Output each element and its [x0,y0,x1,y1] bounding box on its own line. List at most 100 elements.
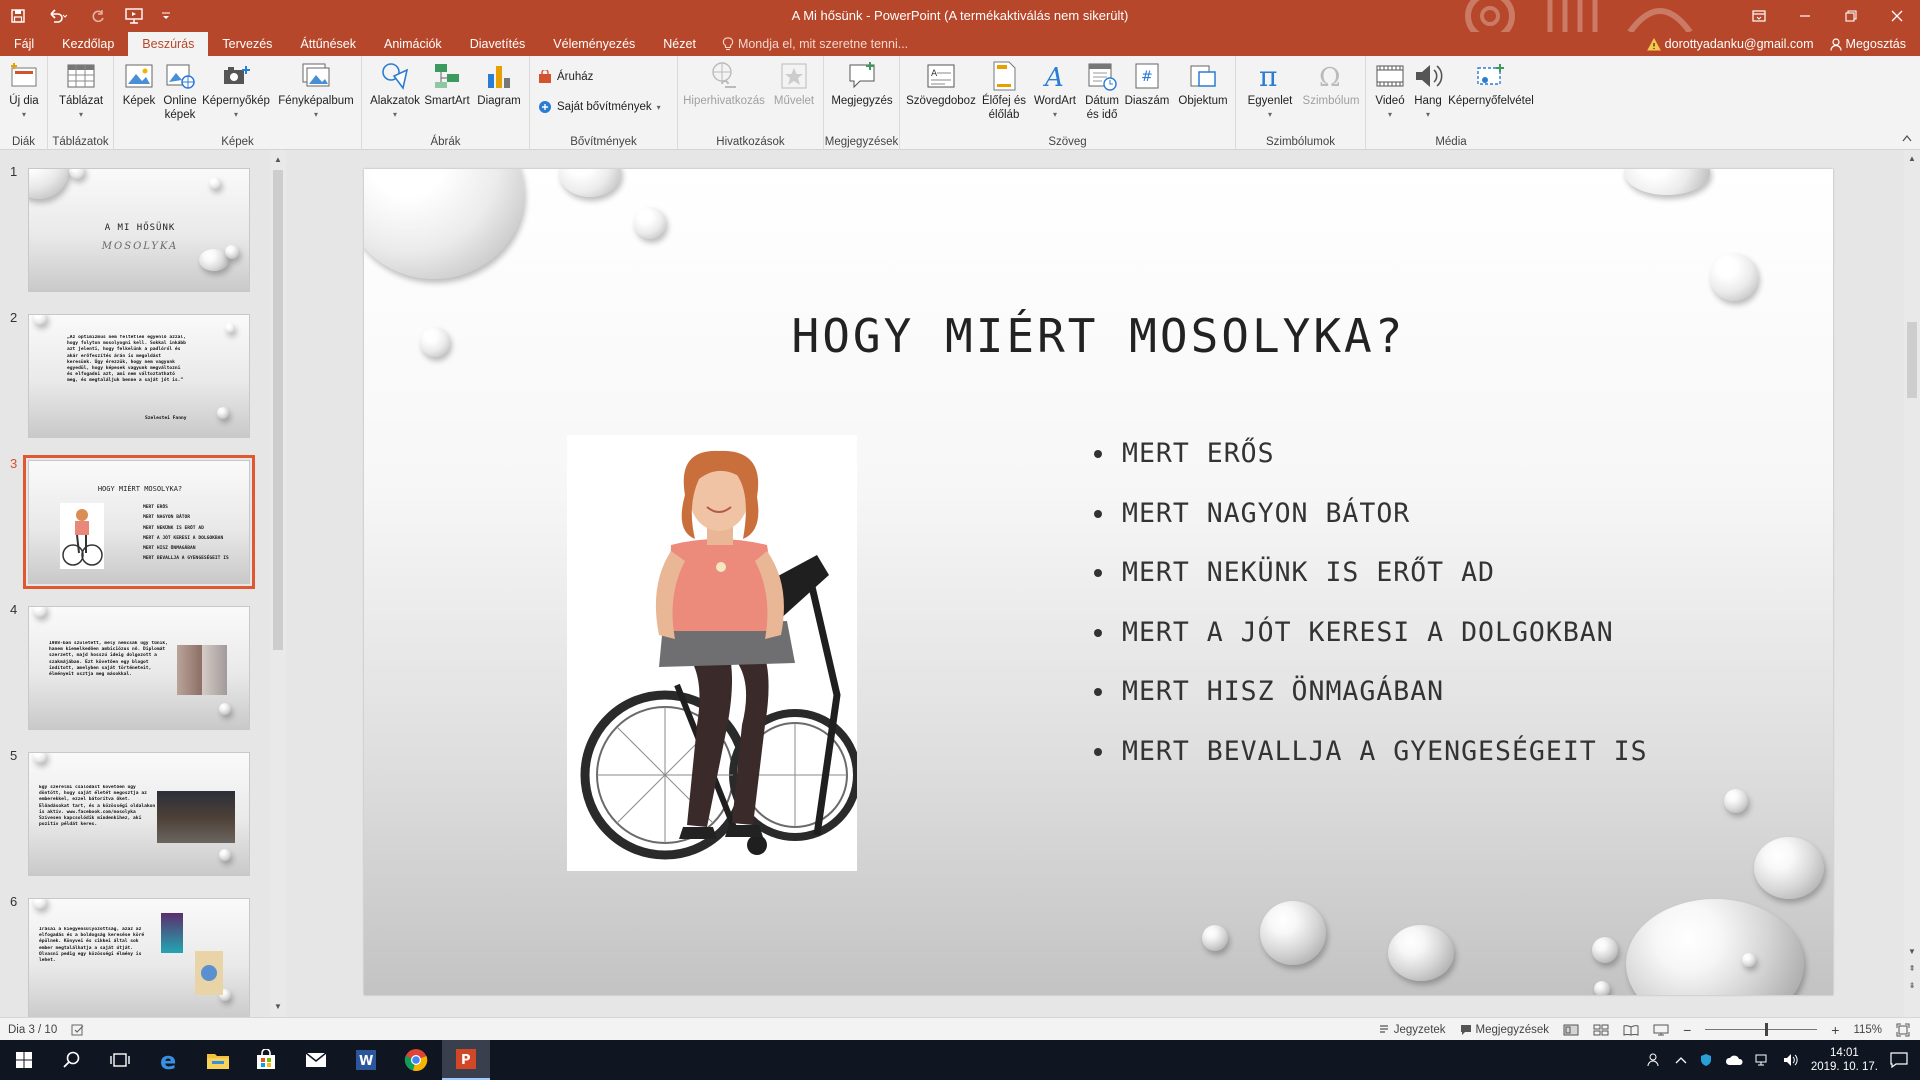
video-button[interactable]: Videó ▾ [1370,60,1410,122]
file-explorer-icon[interactable] [194,1040,242,1080]
minimize-icon[interactable] [1782,0,1828,32]
slideshow-view-icon[interactable] [1653,1024,1669,1036]
zoom-in-icon[interactable]: + [1831,1022,1839,1038]
scroll-down-icon[interactable]: ▼ [1904,945,1920,959]
bullet-item[interactable]: MERT A JÓT KERESI A DOLGOKBAN [1094,617,1648,678]
powerpoint-app-icon[interactable]: P [442,1040,490,1080]
start-from-beginning-icon[interactable] [116,0,152,32]
bullet-item[interactable]: MERT BEVALLJA A GYENGESÉGEIT IS [1094,736,1648,797]
slide-photo-woman-wheelchair[interactable] [567,435,861,871]
current-slide[interactable]: HOGY MIÉRT MOSOLYKA? MERT ERŐS MERT NAGY… [364,169,1833,995]
save-icon[interactable] [0,0,36,32]
mail-icon[interactable] [292,1040,340,1080]
chrome-browser-icon[interactable] [392,1040,440,1080]
notifications-icon[interactable] [1890,1052,1908,1068]
tab-review[interactable]: Véleményezés [539,32,649,56]
next-slide-icon[interactable]: ⇟ [1904,979,1920,993]
word-app-icon[interactable]: W [342,1040,390,1080]
tab-design[interactable]: Tervezés [208,32,286,56]
undo-icon[interactable] [36,0,80,32]
network-icon[interactable] [1755,1053,1771,1067]
audio-button[interactable]: Hang ▾ [1410,60,1446,122]
clock[interactable]: 14:01 2019. 10. 17. [1811,1046,1878,1074]
thumbnail-scrollbar[interactable]: ▲ ▼ [270,150,286,1017]
zoom-level[interactable]: 115% [1853,1024,1882,1036]
online-pictures-button[interactable]: Online képek [160,60,200,122]
smartart-button[interactable]: SmartArt [422,60,472,108]
close-icon[interactable] [1874,0,1920,32]
tab-insert[interactable]: Beszúrás [128,32,209,56]
slide-thumbnail-6[interactable]: Írásai a kiegyensúlyozottság, azaz az el… [28,898,250,1022]
spelling-check-icon[interactable] [71,1024,85,1036]
customize-qat-icon[interactable] [152,0,180,32]
thumb-scroll-down-icon[interactable]: ▼ [270,999,286,1015]
zoom-slider-knob[interactable] [1765,1023,1769,1036]
zoom-out-icon[interactable]: − [1683,1022,1691,1038]
chart-button[interactable]: Diagram [474,60,524,108]
tab-slideshow[interactable]: Diavetítés [456,32,540,56]
slide-thumbnail-4[interactable]: 1988-ban született, mely nemcsak úgy tűn… [28,606,250,730]
vertical-scroll-thumb[interactable] [1907,322,1917,398]
slide-thumbnail-5[interactable]: Egy szerelmi csalódást követően úgy dönt… [28,752,250,876]
thumb-scroll-up-icon[interactable]: ▲ [270,152,286,168]
slide-number-button[interactable]: # Diaszám [1122,60,1172,108]
thumbnail-scroll-thumb[interactable] [273,170,283,650]
screenshot-button[interactable]: Képernyőkép ▾ [202,60,270,122]
slide-sorter-icon[interactable] [1593,1024,1609,1036]
screen-recording-button[interactable]: Képernyőfelvétel [1448,60,1534,108]
search-icon[interactable] [48,1040,96,1080]
slide-vertical-scrollbar[interactable]: ▲ ▼ ⇞ ⇟ [1904,150,1920,1017]
bullet-item[interactable]: MERT NAGYON BÁTOR [1094,498,1648,559]
pictures-button[interactable]: Képek [120,60,158,108]
hyperlink-button[interactable]: Hiperhivatkozás [682,60,766,108]
show-hidden-icons-icon[interactable] [1675,1055,1687,1065]
account-area[interactable]: dorottyadanku@gmail.com [1646,37,1814,51]
store-button[interactable]: Áruház [538,70,593,84]
notes-button[interactable]: Jegyzetek [1378,1024,1446,1036]
redo-icon[interactable] [80,0,116,32]
date-time-button[interactable]: Dátum és idő [1082,60,1122,122]
action-button[interactable]: Művelet [770,60,818,108]
slide-thumbnail-pane[interactable]: 1 A MI HŐSÜNK MOSOLYKA 2 „Az optimizmus … [0,150,286,1022]
bullet-item[interactable]: MERT HISZ ÖNMAGÁBAN [1094,677,1648,737]
slide-thumbnail-2[interactable]: „Az optimizmus nem feltétlen egyenlő azz… [28,314,250,438]
slide-bullet-list[interactable]: MERT ERŐS MERT NAGYON BÁTOR MERT NEKÜNK … [1094,439,1648,796]
my-addins-button[interactable]: Saját bővítmények ▾ [538,100,661,114]
store-app-icon[interactable] [242,1040,290,1080]
slide-title[interactable]: HOGY MIÉRT MOSOLYKA? [364,309,1833,363]
onedrive-icon[interactable] [1725,1054,1743,1066]
tab-file[interactable]: Fájl [0,32,48,56]
comment-button[interactable]: Megjegyzés [828,60,896,108]
table-button[interactable]: Táblázat ▾ [58,60,104,122]
volume-icon[interactable] [1783,1053,1799,1067]
reading-view-icon[interactable] [1623,1024,1639,1036]
slide-thumbnail-3[interactable]: HOGY MIÉRT MOSOLYKA? MERT ERŐS MERT NAGY… [23,455,255,589]
tab-animations[interactable]: Animációk [370,32,456,56]
tell-me-box[interactable]: Mondja el, mit szeretne tenni... [710,32,908,56]
object-button[interactable]: Objektum [1174,60,1232,108]
tab-view[interactable]: Nézet [649,32,710,56]
ribbon-display-options-icon[interactable] [1736,0,1782,32]
security-tray-icon[interactable] [1699,1053,1713,1067]
shapes-button[interactable]: Alakzatok ▾ [370,60,420,122]
previous-slide-icon[interactable]: ⇞ [1904,962,1920,976]
slide-thumbnail-1[interactable]: A MI HŐSÜNK MOSOLYKA [28,168,250,292]
people-icon[interactable] [1647,1052,1663,1068]
equation-button[interactable]: π Egyenlet ▾ [1242,60,1298,122]
symbol-button[interactable]: Ω Szimbólum [1300,60,1362,108]
edge-browser-icon[interactable]: e [146,1040,194,1080]
scroll-up-icon[interactable]: ▲ [1904,152,1920,166]
fit-slide-icon[interactable] [1896,1023,1910,1037]
textbox-button[interactable]: A Szövegdoboz [904,60,978,108]
bullet-item[interactable]: MERT NEKÜNK IS ERŐT AD [1094,558,1648,618]
task-view-icon[interactable] [96,1040,144,1080]
tab-home[interactable]: Kezdőlap [48,32,128,56]
zoom-slider[interactable] [1705,1023,1818,1036]
restore-icon[interactable] [1828,0,1874,32]
photo-album-button[interactable]: Fényképalbum ▾ [274,60,358,122]
wordart-button[interactable]: A WordArt ▾ [1030,60,1080,122]
windows-start-icon[interactable] [0,1040,48,1080]
tab-transitions[interactable]: Áttűnések [286,32,370,56]
collapse-ribbon-icon[interactable] [1902,133,1912,145]
new-slide-button[interactable]: Új dia ▾ [4,60,44,122]
